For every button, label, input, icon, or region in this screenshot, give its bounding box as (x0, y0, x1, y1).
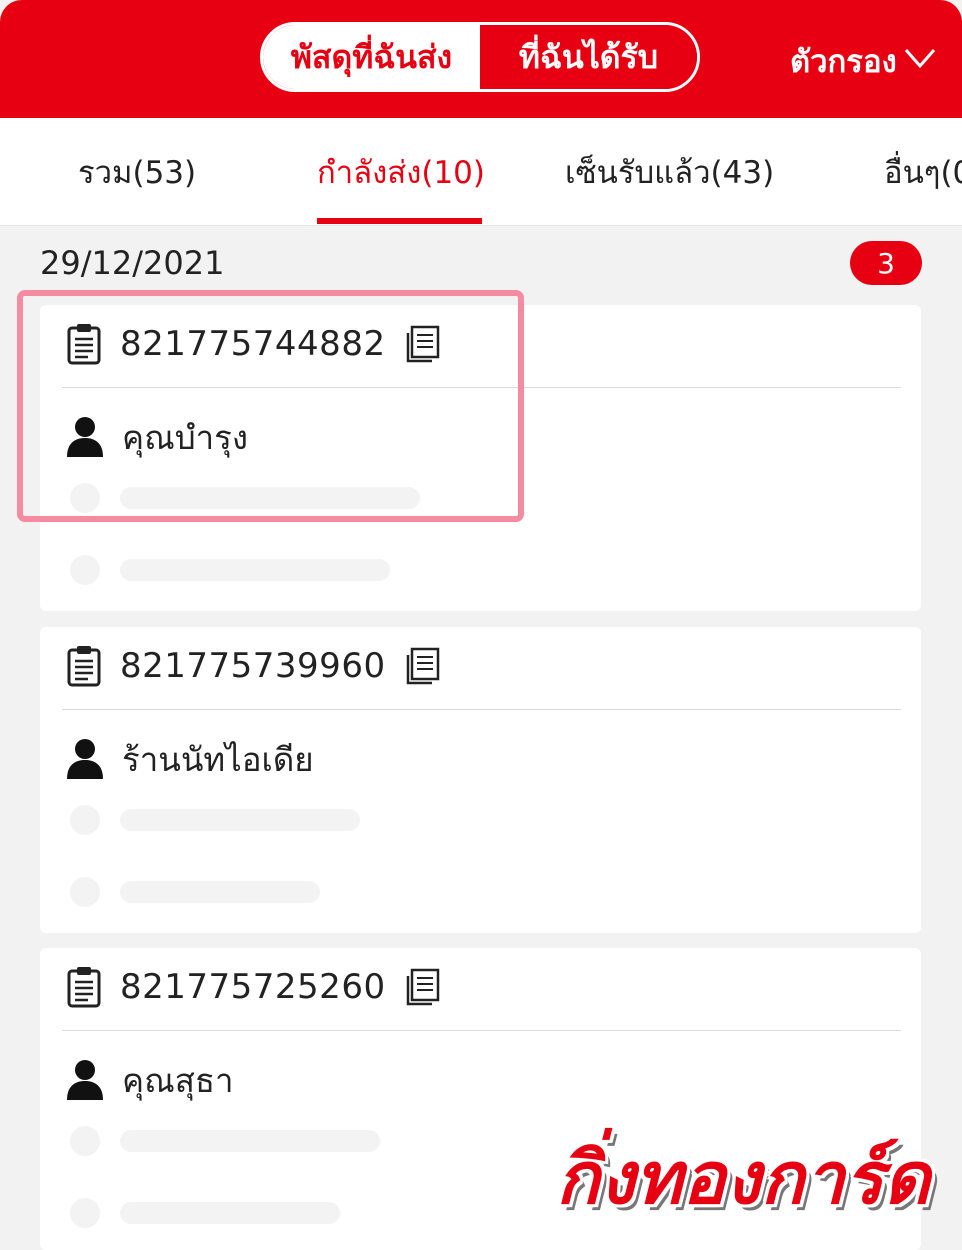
tracking-number: 821775739960 (120, 646, 386, 686)
filter-label: ตัวกรอง (790, 44, 897, 80)
card-divider (62, 1030, 901, 1031)
group-date: 29/12/2021 (40, 244, 225, 282)
sent-received-toggle: พัสดุที่ฉันส่ง ที่ฉันได้รับ (260, 22, 700, 92)
person-icon (66, 1059, 104, 1101)
blurred-icon (70, 805, 100, 835)
chevron-down-icon (903, 40, 937, 82)
clipboard-icon (66, 966, 102, 1008)
tab-all[interactable]: รวม(53) (78, 118, 196, 225)
blurred-detail (120, 809, 360, 831)
blurred-icon (70, 877, 100, 907)
blurred-detail (120, 1202, 340, 1224)
clipboard-icon (66, 645, 102, 687)
blurred-detail (120, 1130, 380, 1152)
recipient-row: ร้านนัทไอเดีย (66, 735, 314, 783)
tab-delivered[interactable]: เซ็นรับแล้ว(43) (565, 118, 774, 225)
count-badge: 3 (850, 241, 922, 285)
tab-in-transit[interactable]: กำลังส่ง(10) (317, 118, 485, 225)
recipient-row: คุณสุธา (66, 1056, 234, 1104)
copy-icon[interactable] (404, 968, 440, 1006)
tab-parcels-i-sent[interactable]: พัสดุที่ฉันส่ง (263, 25, 480, 89)
blurred-icon (70, 1126, 100, 1156)
blurred-icon (70, 1198, 100, 1228)
blurred-detail (120, 559, 390, 581)
parcel-card[interactable]: 821775739960 ร้านนัทไอเดีย (40, 627, 921, 933)
recipient-name: ร้านนัทไอเดีย (122, 739, 314, 779)
recipient-name: คุณสุธา (122, 1060, 234, 1100)
blurred-detail (120, 881, 320, 903)
top-header: พัสดุที่ฉันส่ง ที่ฉันได้รับ ตัวกรอง (0, 0, 962, 118)
blurred-icon (70, 555, 100, 585)
tab-other[interactable]: อื่นๆ(0 (884, 118, 962, 225)
tracking-row: 821775739960 (66, 645, 440, 687)
copy-icon[interactable] (404, 647, 440, 685)
highlight-box (17, 290, 524, 522)
card-divider (62, 709, 901, 710)
tab-parcels-i-received[interactable]: ที่ฉันได้รับ (480, 25, 697, 89)
filter-button[interactable]: ตัวกรอง (790, 36, 937, 86)
watermark-logo: กิ่งทองการ์ด (556, 1135, 931, 1220)
tracking-number: 821775725260 (120, 967, 386, 1007)
status-tabs: รวม(53) กำลังส่ง(10) เซ็นรับแล้ว(43) อื่… (0, 118, 962, 226)
active-tab-indicator (317, 218, 482, 224)
tracking-row: 821775725260 (66, 966, 440, 1008)
person-icon (66, 738, 104, 780)
